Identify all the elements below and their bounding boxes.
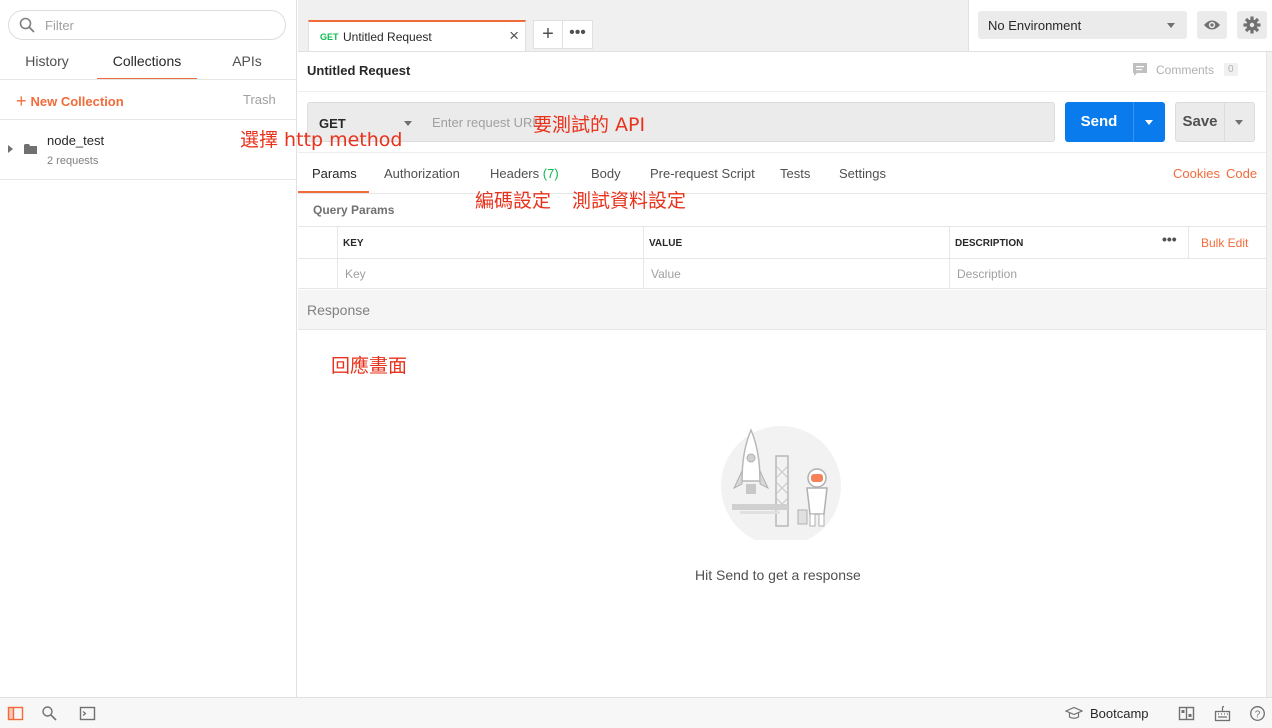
folder-icon [24,144,37,154]
new-collection-button[interactable]: + New Collection [16,90,124,111]
environment-select[interactable]: No Environment [978,11,1187,39]
divider [298,91,1266,92]
column-header-value: VALUE [649,238,683,249]
svg-text:?: ? [1255,709,1261,720]
tab-tests[interactable]: Tests [780,166,810,192]
caret-right-icon[interactable] [8,145,13,153]
keyboard-shortcuts-icon[interactable] [1214,705,1231,722]
trash-link[interactable]: Trash [243,90,276,110]
save-button[interactable]: Save [1175,102,1225,142]
sidebar-tab-history[interactable]: History [12,50,82,80]
query-params-heading: Query Params [313,203,395,217]
tab-params[interactable]: Params [298,166,369,193]
scrollbar[interactable] [1266,52,1272,697]
chevron-down-icon [404,121,412,126]
description-input[interactable]: Description [957,267,1017,281]
send-options-dropdown[interactable] [1133,102,1165,142]
divider [298,152,1266,153]
request-title[interactable]: Untitled Request [307,63,410,78]
send-button[interactable]: Send [1065,102,1133,142]
new-collection-label: New Collection [30,94,124,109]
comments-count-badge: 0 [1224,63,1238,76]
two-pane-view-icon[interactable] [1178,705,1195,722]
annotation-encoding-settings: 編碼設定 [475,190,552,212]
headers-count: (7) [542,166,559,181]
chevron-down-icon [1167,23,1175,28]
tab-method-badge: GET [320,32,339,42]
annotation-http-method: 選擇 http method [240,129,403,151]
close-icon[interactable]: × [509,26,519,46]
annotation-test-data-settings: 測試資料設定 [572,190,687,212]
response-header: Response [298,290,1266,330]
save-options-dropdown[interactable] [1224,102,1255,142]
divider [298,193,1266,194]
gear-icon [1243,16,1261,34]
eye-icon [1204,20,1220,30]
code-link[interactable]: Code [1226,166,1257,181]
cookies-link[interactable]: Cookies [1173,166,1220,181]
query-params-table: KEY VALUE DESCRIPTION ••• Bulk Edit Key … [298,226,1266,289]
filter-input[interactable] [45,15,275,35]
key-input[interactable]: Key [345,267,366,281]
collection-request-count: 2 requests [47,155,99,167]
value-input[interactable]: Value [651,267,681,281]
tab-settings[interactable]: Settings [839,166,886,192]
bulk-edit-link[interactable]: Bulk Edit [1201,236,1248,250]
comments-label: Comments [1156,63,1215,77]
help-icon[interactable]: ? [1249,705,1266,722]
column-header-description: DESCRIPTION [955,238,1024,249]
tab-untitled-request[interactable]: GET Untitled Request × [308,20,526,51]
response-label: Response [307,302,371,318]
toggle-sidebar-icon[interactable] [7,705,24,722]
tab-authorization[interactable]: Authorization [384,166,460,192]
column-header-key: KEY [343,238,364,249]
column-divider [1188,227,1189,258]
environment-select-value: No Environment [988,18,1082,33]
new-tab-button[interactable]: + [533,20,563,49]
chevron-down-icon [1235,120,1243,125]
tab-headers-label: Headers [490,166,540,181]
divider [0,79,296,80]
environment-quick-look-button[interactable] [1197,11,1227,39]
search-icon [19,17,35,33]
more-options-icon[interactable]: ••• [1162,231,1177,247]
bootcamp-label: Bootcamp [1090,706,1149,721]
annotation-response-view: 回應畫面 [331,355,408,377]
comment-icon [1133,63,1147,76]
filter-search-box[interactable] [8,10,286,40]
rocket-astronaut-illustration [718,426,844,540]
collection-name: node_test [47,133,105,148]
row-divider [298,258,1266,259]
plus-icon: + [16,91,27,111]
graduation-cap-icon [1065,706,1083,719]
tab-title: Untitled Request [343,30,432,44]
sidebar-tab-collections[interactable]: Collections [97,50,197,80]
empty-response-message: Hit Send to get a response [695,567,861,583]
chevron-down-icon [1145,120,1153,125]
annotation-api-url: 要測試的 API [533,114,646,136]
console-icon[interactable] [79,705,96,722]
more-tabs-button[interactable]: ••• [563,20,593,49]
request-url-input[interactable] [422,102,1055,142]
find-replace-icon[interactable] [41,705,58,722]
manage-environments-button[interactable] [1237,11,1267,39]
sidebar-tab-apis[interactable]: APIs [212,50,282,80]
